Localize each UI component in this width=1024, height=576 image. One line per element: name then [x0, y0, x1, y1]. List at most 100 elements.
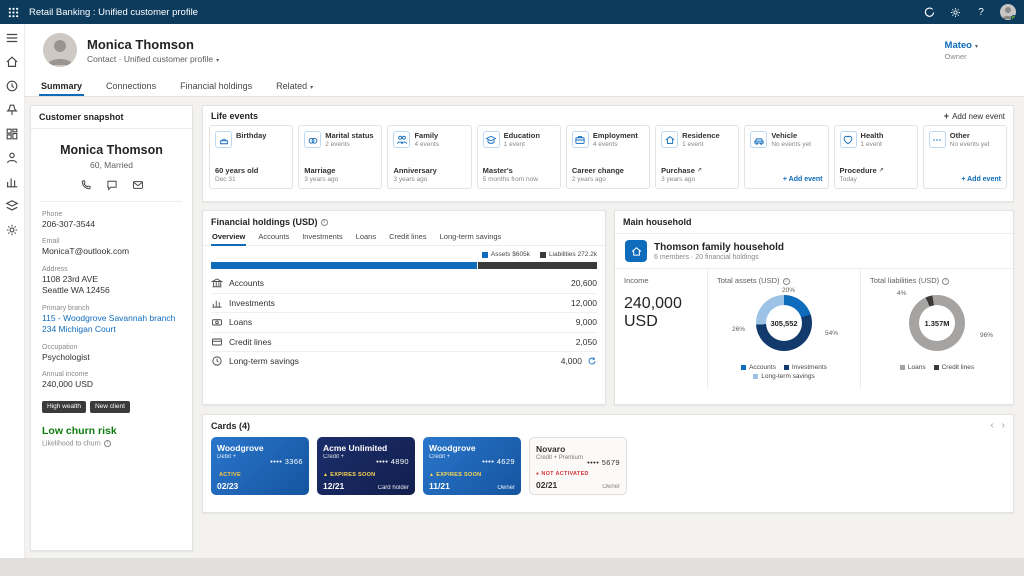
liabilities-donut-legend: Loans Credit lines	[870, 364, 1004, 371]
main-household-title: Main household	[615, 211, 1013, 234]
total-assets-label: Total assets (USD)i	[717, 276, 851, 285]
liabilities-donut-chart: 4% 96% 1.357M	[889, 288, 985, 360]
row-investments[interactable]: Investments 12,000	[211, 293, 597, 313]
life-event-card-education[interactable]: Education1 event Master's5 months from n…	[477, 125, 561, 189]
help-icon[interactable]: ?	[974, 5, 988, 19]
household-name: Thomson family household	[654, 242, 784, 253]
chevron-down-icon: ▾	[975, 44, 978, 50]
row-credit-lines[interactable]: Credit lines 2,050	[211, 332, 597, 352]
card-role: Owner	[602, 484, 620, 490]
rings-icon	[304, 131, 321, 148]
bank-card-woodgrove-credit[interactable]: Woodgrove Credit + •••• 4629 EXPIRES SOO…	[423, 437, 521, 495]
assets-pct-investments: 54%	[825, 330, 838, 337]
field-value[interactable]: MonicaT@outlook.com	[42, 246, 181, 257]
churn-risk-label: Likelihood to churni	[42, 440, 181, 447]
life-event-count: 1 event	[504, 141, 540, 148]
tab-related[interactable]: Related▾	[274, 77, 315, 96]
rail-settings-icon[interactable]	[5, 223, 19, 237]
record-type-switcher[interactable]: Contact · Unified customer profile▾	[87, 54, 219, 64]
settings-gear-icon[interactable]	[948, 5, 962, 19]
life-event-card-marital-status[interactable]: Marital status2 events Marriage3 years a…	[298, 125, 382, 189]
tab-financial-holdings[interactable]: Financial holdings	[178, 77, 254, 96]
call-icon[interactable]	[80, 179, 92, 191]
user-avatar[interactable]	[1000, 4, 1016, 20]
life-event-card-employment[interactable]: Employment4 events Career change2 years …	[566, 125, 650, 189]
house-icon	[661, 131, 678, 148]
field-label: Annual income	[42, 371, 181, 378]
row-value: 2,050	[576, 337, 597, 347]
life-event-card-vehicle[interactable]: VehicleNo events yet + Add event	[744, 125, 828, 189]
card-brand: Woodgrove	[429, 443, 515, 453]
card-expiry: 02/23	[217, 481, 238, 491]
pinned-icon[interactable]	[5, 103, 19, 117]
card-role: Card holder	[378, 485, 409, 491]
warning-icon	[323, 472, 328, 478]
collections-icon[interactable]	[5, 199, 19, 213]
field-email: Email MonicaT@outlook.com	[31, 238, 192, 257]
add-event-button[interactable]: + Add event	[961, 176, 1001, 183]
life-event-title: Marital status	[325, 131, 373, 140]
tab-connections[interactable]: Connections	[104, 77, 158, 96]
bank-card-novaro-credit[interactable]: Novaro Credit + Premium •••• 5679 NOT AC…	[529, 437, 627, 495]
owner-field[interactable]: Mateo▾ Owner	[945, 40, 1006, 61]
accounts-swatch	[741, 365, 746, 370]
card-status: EXPIRES SOON	[323, 472, 375, 478]
chevron-right-icon[interactable]: ›	[1002, 420, 1005, 431]
household-meta: 6 members · 20 financial holdings	[654, 254, 784, 261]
waffle-menu-icon[interactable]	[8, 7, 19, 18]
row-loans[interactable]: Loans 9,000	[211, 312, 597, 332]
life-event-card-family[interactable]: Family4 events Anniversary3 years ago	[387, 125, 471, 189]
card-status-text: EXPIRES SOON	[330, 472, 375, 478]
fin-tab-accounts[interactable]: Accounts	[257, 229, 290, 245]
field-value[interactable]: 206-307-3544	[42, 219, 181, 230]
life-event-card-residence[interactable]: Residence1 event Purchase↗3 years ago	[655, 125, 739, 189]
graduation-cap-icon	[483, 131, 500, 148]
sync-icon[interactable]	[587, 356, 597, 366]
branch-link[interactable]: 115 - Woodgrove Savannah branch	[42, 313, 181, 324]
fin-tab-credit-lines[interactable]: Credit lines	[388, 229, 428, 245]
life-event-count: No events yet	[771, 141, 811, 148]
site-map-menu-icon[interactable]	[5, 31, 19, 45]
row-accounts[interactable]: Accounts 20,600	[211, 273, 597, 293]
cards-list: Woodgrove Debit + •••• 3366 ACTIVE 02/23…	[203, 434, 1013, 498]
life-event-card-birthday[interactable]: Birthday 60 years oldDec 31	[209, 125, 293, 189]
fin-tab-investments[interactable]: Investments	[301, 229, 343, 245]
bank-card-acme-credit[interactable]: Acme Unlimited Credit + •••• 4890 EXPIRE…	[317, 437, 415, 495]
add-new-event-button[interactable]: +Add new event	[944, 111, 1005, 121]
dashboards-icon[interactable]	[5, 127, 19, 141]
info-icon[interactable]: i	[321, 219, 328, 226]
fin-tab-overview[interactable]: Overview	[211, 229, 246, 245]
add-event-button[interactable]: + Add event	[783, 176, 823, 183]
savings-swatch	[753, 374, 758, 379]
field-value: Psychologist	[42, 352, 181, 363]
income-value: 240,000USD	[624, 295, 698, 332]
row-long-term-savings[interactable]: Long-term savings 4,000	[211, 351, 597, 371]
info-icon[interactable]: i	[104, 440, 111, 447]
fin-tab-loans[interactable]: Loans	[355, 229, 377, 245]
household-record[interactable]: Thomson family household 6 members · 20 …	[615, 234, 1013, 269]
chat-icon[interactable]	[106, 179, 118, 191]
info-icon[interactable]: i	[783, 278, 790, 285]
email-icon[interactable]	[132, 179, 144, 191]
total-assets-column: Total assets (USD)i 20% 54% 26% 305,552 …	[707, 269, 860, 388]
contacts-icon[interactable]	[5, 151, 19, 165]
info-icon[interactable]: i	[942, 278, 949, 285]
card-role: Owner	[497, 485, 515, 491]
recent-icon[interactable]	[5, 79, 19, 93]
analytics-icon[interactable]	[5, 175, 19, 189]
copilot-icon[interactable]	[922, 5, 936, 19]
life-event-card-health[interactable]: Health1 event Procedure↗Today	[834, 125, 918, 189]
app-title: Retail Banking : Unified customer profil…	[29, 7, 198, 18]
home-icon[interactable]	[5, 55, 19, 69]
life-event-card-other[interactable]: OtherNo events yet + Add event	[923, 125, 1007, 189]
bank-card-woodgrove-debit[interactable]: Woodgrove Debit + •••• 3366 ACTIVE 02/23	[211, 437, 309, 495]
chevron-left-icon[interactable]: ‹	[990, 420, 993, 431]
form-tabs: Summary Connections Financial holdings R…	[25, 76, 1024, 97]
contact-avatar[interactable]	[43, 33, 77, 67]
tab-summary[interactable]: Summary	[39, 77, 84, 96]
tag-high-wealth: High wealth	[42, 401, 86, 413]
family-icon	[393, 131, 410, 148]
branch-link[interactable]: 234 Michigan Court	[42, 324, 181, 335]
fin-tab-long-term-savings[interactable]: Long-term savings	[439, 229, 503, 245]
life-event-line1-text: Procedure	[840, 166, 877, 175]
